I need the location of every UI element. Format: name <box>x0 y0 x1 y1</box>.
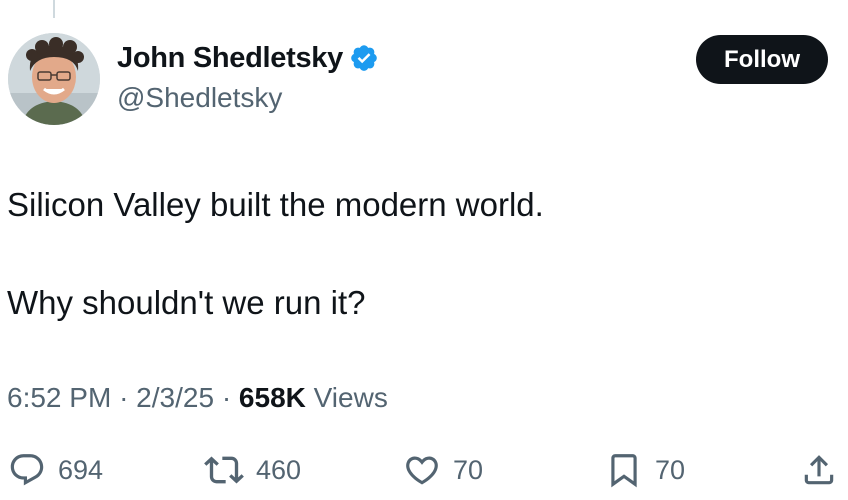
tweet-date[interactable]: 2/3/25 <box>136 382 214 413</box>
separator-dot: · <box>221 382 232 413</box>
bookmark-count: 70 <box>655 454 686 485</box>
like-button[interactable]: 70 <box>403 448 483 492</box>
separator-dot: · <box>119 382 129 413</box>
avatar[interactable] <box>8 33 100 125</box>
reply-count: 694 <box>58 454 104 485</box>
tweet-metadata: 6:52 PM · 2/3/25 · 658K Views <box>7 382 388 414</box>
author-handle[interactable]: @Shedletsky <box>117 82 282 114</box>
retweet-count: 460 <box>256 454 302 485</box>
author-name-row[interactable]: John Shedletsky <box>117 40 379 76</box>
views-label: Views <box>313 382 388 413</box>
author-display-name[interactable]: John Shedletsky <box>117 42 343 75</box>
follow-button[interactable]: Follow <box>696 35 828 84</box>
heart-icon <box>406 456 438 485</box>
retweet-icon <box>204 456 244 484</box>
avatar-photo <box>8 33 100 125</box>
retweet-button[interactable]: 460 <box>204 448 301 492</box>
tweet-text-line: Silicon Valley built the modern world. <box>7 186 544 223</box>
like-count: 70 <box>453 454 484 485</box>
reply-button[interactable]: 694 <box>8 448 103 492</box>
tweet-time[interactable]: 6:52 PM <box>7 382 111 413</box>
reply-icon <box>10 454 44 486</box>
bookmark-icon <box>611 454 637 488</box>
views-count: 658K <box>238 382 306 413</box>
share-icon <box>804 455 834 485</box>
bookmark-button[interactable]: 70 <box>605 448 685 492</box>
verified-badge-icon <box>351 45 377 71</box>
share-button[interactable] <box>800 448 848 492</box>
thread-connector-line <box>53 0 55 18</box>
tweet-text-line: Why shouldn't we run it? <box>7 284 366 321</box>
